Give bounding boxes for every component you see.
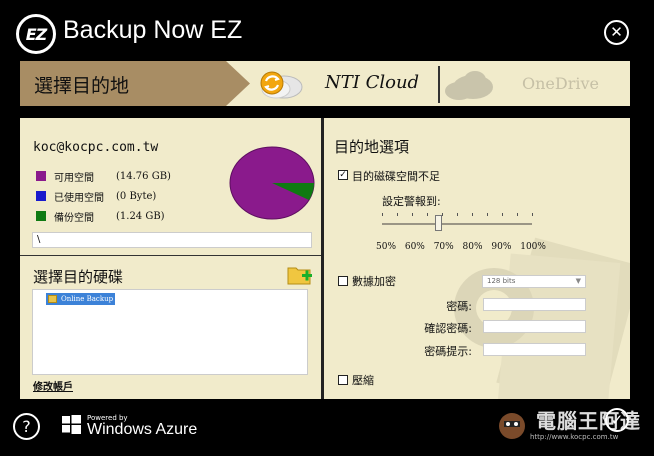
- slider-tick: [457, 213, 458, 216]
- encryption-bits-select[interactable]: 128 bits ▼: [482, 275, 586, 288]
- password-hint-label: 密碼提示:: [424, 345, 472, 358]
- step-select-destination: 選擇目的地: [20, 61, 250, 106]
- onedrive-option[interactable]: OneDrive: [522, 74, 599, 93]
- account-email: koc@kocpc.com.tw: [33, 140, 159, 155]
- account-panel: koc@kocpc.com.tw 可用空間 (14.76 GB) 已使用空間 (…: [20, 118, 321, 399]
- backup-swatch: [36, 211, 46, 221]
- encrypt-checkbox[interactable]: [338, 276, 348, 286]
- drive-list-item[interactable]: Online Backup: [46, 293, 116, 305]
- slider-tick: [502, 213, 503, 216]
- chevron-down-icon: ▼: [575, 277, 581, 285]
- destination-bar: 選擇目的地 NTI Cloud OneDrive: [20, 61, 630, 106]
- app-window: EZ Backup Now EZ ✕ 選擇目的地 NTI Cloud OneDr…: [0, 0, 654, 456]
- ez-logo-icon: EZ: [16, 14, 56, 54]
- slider-thumb[interactable]: [435, 215, 442, 231]
- legend-backup: 備份空間 (1.24 GB): [36, 206, 171, 226]
- slider-label: 60%: [404, 242, 425, 252]
- nti-cloud-option[interactable]: NTI Cloud: [325, 72, 419, 93]
- drive-list: Online Backup: [32, 289, 308, 375]
- watermark-url: http://www.kocpc.com.tw: [530, 433, 619, 441]
- legend-available: 可用空間 (14.76 GB): [36, 166, 171, 186]
- slider-label: 100%: [520, 242, 546, 252]
- confirm-password-field[interactable]: [483, 320, 586, 333]
- compress-label: 壓縮: [352, 374, 374, 387]
- slider-label: 80%: [462, 242, 483, 252]
- onedrive-icon: [445, 71, 493, 100]
- slider-tick: [517, 213, 518, 216]
- slider-label: 70%: [433, 242, 454, 252]
- step-label: 選擇目的地: [34, 75, 130, 97]
- storage-legend: 可用空間 (14.76 GB) 已使用空間 (0 Byte) 備份空間 (1.2…: [36, 166, 171, 226]
- drive-section-title: 選擇目的硬碟: [33, 268, 124, 286]
- edit-account-link[interactable]: 修改帳戶: [33, 378, 73, 393]
- slider-tick: [382, 213, 383, 216]
- encrypt-label: 數據加密: [352, 275, 396, 288]
- options-panel: 目的地選項 ✓ 目的磁碟空間不足 設定警報到: 50% 60% 70% 80% …: [324, 118, 630, 399]
- password-field[interactable]: [483, 298, 586, 311]
- background-gear-decoration: [454, 237, 630, 399]
- app-title: Backup Now EZ: [63, 16, 243, 44]
- panel-divider: [20, 255, 321, 256]
- slider-tick: [397, 213, 398, 216]
- slider-tick: [487, 213, 488, 216]
- low-space-checkbox[interactable]: ✓: [338, 170, 348, 180]
- password-label: 密碼:: [446, 300, 472, 313]
- confirm-button[interactable]: ✓: [605, 408, 629, 432]
- nti-cloud-icon[interactable]: [256, 67, 304, 100]
- drive-folder-icon: [48, 295, 57, 303]
- slider-label: 90%: [491, 242, 512, 252]
- destination-divider: [438, 66, 440, 103]
- slider-label: 50%: [376, 242, 397, 252]
- slider-tick: [427, 213, 428, 216]
- legend-used: 已使用空間 (0 Byte): [36, 186, 171, 206]
- storage-pie-chart: [229, 146, 315, 220]
- available-swatch: [36, 171, 46, 181]
- windows-logo-icon: [62, 415, 81, 434]
- low-space-label: 目的磁碟空間不足: [352, 170, 440, 183]
- warning-level-label: 設定警報到:: [382, 195, 441, 208]
- warning-slider[interactable]: [382, 223, 532, 225]
- path-field[interactable]: \: [32, 232, 312, 248]
- help-button[interactable]: ?: [13, 413, 40, 440]
- slider-labels: 50% 60% 70% 80% 90% 100%: [376, 242, 546, 252]
- add-folder-icon[interactable]: [287, 264, 313, 286]
- used-swatch: [36, 191, 46, 201]
- compress-checkbox[interactable]: [338, 375, 348, 385]
- password-hint-field[interactable]: [483, 343, 586, 356]
- confirm-password-label: 確認密碼:: [424, 322, 472, 335]
- close-button[interactable]: ✕: [604, 20, 629, 45]
- slider-tick: [442, 213, 443, 216]
- slider-tick: [472, 213, 473, 216]
- slider-tick: [412, 213, 413, 216]
- windows-azure-label: Windows Azure: [87, 421, 198, 438]
- slider-tick: [532, 213, 533, 216]
- options-title: 目的地選項: [334, 138, 410, 156]
